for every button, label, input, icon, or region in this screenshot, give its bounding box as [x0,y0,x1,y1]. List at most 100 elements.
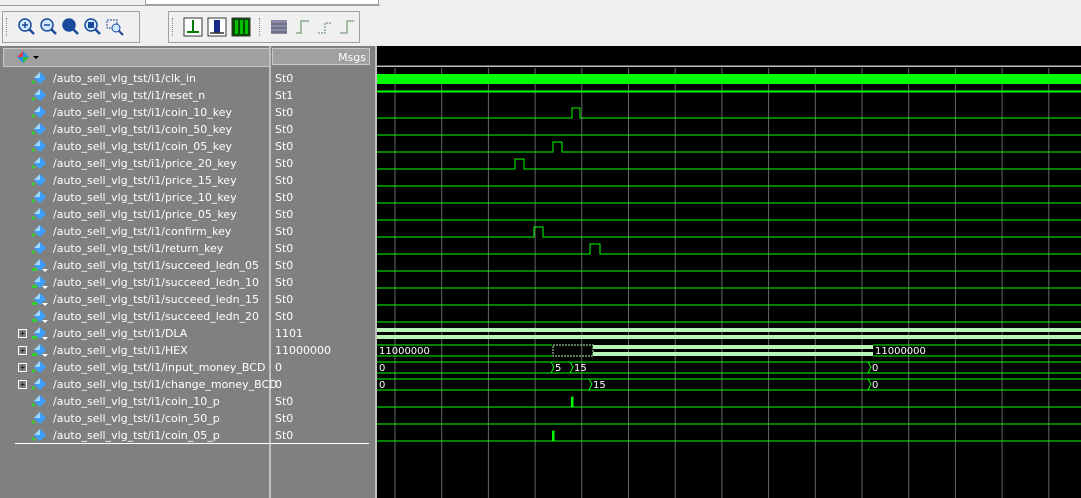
signal-row[interactable]: /auto_sell_vlg_tst/i1/coin_10_p St0 [0,393,375,410]
zoom-in-cursor-icon[interactable] [83,17,103,37]
signal-value: St0 [275,276,294,289]
signal-name: /auto_sell_vlg_tst/i1/input_money_BCD [53,361,266,374]
signal-row[interactable]: /auto_sell_vlg_tst/i1/coin_50_key St0 [0,121,375,138]
dla-bus [377,335,1081,339]
toolbar-grip[interactable] [172,18,176,36]
zoom-full-icon[interactable] [61,17,81,37]
signal-row[interactable]: /auto_sell_vlg_tst/i1/price_20_key St0 [0,155,375,172]
signal-row[interactable]: /auto_sell_vlg_tst/i1/price_10_key St0 [0,189,375,206]
input-port-icon [32,139,48,153]
coin10p-waveform [377,396,1081,408]
signal-row[interactable]: + /auto_sell_vlg_tst/i1/input_money_BCD 0 [0,359,375,376]
hex-bus-label: 11000000 [379,346,430,357]
waveform-pane[interactable]: 11000000 11000000 0 5 15 0 0 15 0 [375,46,1081,498]
signal-row[interactable]: /auto_sell_vlg_tst/i1/coin_50_p St0 [0,410,375,427]
signal-row[interactable]: /auto_sell_vlg_tst/i1/succeed_ledn_10 St0 [0,274,375,291]
expand-icon[interactable]: + [18,380,27,389]
signal-row[interactable]: + /auto_sell_vlg_tst/i1/DLA 1101 [0,325,375,342]
output-port-icon [32,275,48,289]
waveform-compress-icon[interactable] [269,17,289,37]
signal-list-header[interactable] [3,48,271,67]
coin05-waveform [377,141,1081,153]
input-port-icon [32,122,48,136]
coin05p-waveform [377,430,1081,442]
confirm-waveform [377,226,1081,238]
signal-row[interactable]: /auto_sell_vlg_tst/i1/reset_n St1 [0,87,375,104]
wave-list-icon[interactable] [14,49,44,66]
signal-value: 0 [275,378,282,391]
clk-waveform [377,74,1081,84]
signal-row[interactable]: /auto_sell_vlg_tst/i1/coin_05_key St0 [0,138,375,155]
falling-edge-icon[interactable] [315,17,335,37]
signal-row[interactable]: /auto_sell_vlg_tst/i1/confirm_key St0 [0,223,375,240]
zoom-in-icon[interactable] [17,17,37,37]
output-port-icon [32,326,48,340]
signal-value: St0 [275,225,294,238]
signal-row[interactable]: /auto_sell_vlg_tst/i1/succeed_ledn_15 St0 [0,291,375,308]
price20-waveform [377,158,1081,170]
signal-value: St0 [275,310,294,323]
any-edge-icon[interactable] [337,17,357,37]
signal-value: 11000000 [275,344,331,357]
signal-value: St0 [275,412,294,425]
change-money-label: 0 [379,380,385,391]
bus-transition [588,378,593,391]
bus-transition [867,378,872,391]
output-port-icon [32,258,48,272]
msgs-header: Msgs [272,48,370,65]
insert-cursor-icon[interactable] [183,17,203,37]
signal-name: /auto_sell_vlg_tst/i1/coin_10_key [53,106,233,119]
signal-row[interactable]: /auto_sell_vlg_tst/i1/price_05_key St0 [0,206,375,223]
toolbar-grip[interactable] [6,18,10,36]
input-port-icon [32,241,48,255]
signal-value: St0 [275,72,294,85]
rising-edge-icon[interactable] [293,17,313,37]
signal-name: /auto_sell_vlg_tst/i1/coin_50_key [53,123,233,136]
signal-value: St0 [275,106,294,119]
hex-bus [593,345,873,349]
signal-name: /auto_sell_vlg_tst/i1/coin_05_p [53,429,220,442]
signal-row[interactable]: + /auto_sell_vlg_tst/i1/change_money_BCD 0 [0,376,375,393]
signal-name: /auto_sell_vlg_tst/i1/DLA [53,327,188,340]
input-money-label: 0 [379,363,385,374]
signal-value: 0 [275,361,282,374]
signal-name: /auto_sell_vlg_tst/i1/clk_in [53,72,196,85]
signal-row[interactable]: + /auto_sell_vlg_tst/i1/HEX 11000000 [0,342,375,359]
zoom-out-icon[interactable] [39,17,59,37]
signal-row[interactable]: /auto_sell_vlg_tst/i1/coin_10_key St0 [0,104,375,121]
signal-row[interactable]: /auto_sell_vlg_tst/i1/clk_in St0 [0,70,375,87]
hex-bus-label: 11000000 [875,346,926,357]
expand-icon[interactable]: + [18,329,27,338]
input-money-label: 0 [872,363,878,374]
expand-icon[interactable]: + [18,346,27,355]
signal-row[interactable]: /auto_sell_vlg_tst/i1/return_key St0 [0,240,375,257]
signal-name: /auto_sell_vlg_tst/i1/change_money_BCD [53,378,278,391]
input-port-icon [32,377,48,391]
signal-name: /auto_sell_vlg_tst/i1/return_key [53,242,224,255]
signal-panel: Msgs /auto_sell_vlg_tst/i1/clk_in St0/aut… [0,46,375,498]
signal-value: St0 [275,208,294,221]
input-port-icon [32,224,48,238]
edge-next-icon[interactable] [231,17,251,37]
input-port-icon [32,71,48,85]
toolbar-grip[interactable] [259,18,263,36]
return-waveform [377,243,1081,255]
change-money-label: 15 [593,380,606,391]
expand-icon[interactable]: + [18,363,27,372]
signal-row[interactable]: /auto_sell_vlg_tst/i1/succeed_ledn_05 St0 [0,257,375,274]
edge-prev-icon[interactable] [207,17,227,37]
output-port-icon [32,343,48,357]
input-port-icon [32,173,48,187]
signal-value: St0 [275,157,294,170]
bus-transition [867,361,872,374]
input-port-icon [32,105,48,119]
output-port-icon [32,309,48,323]
signal-row[interactable]: /auto_sell_vlg_tst/i1/coin_05_p St0 [0,427,375,444]
waveform-canvas[interactable]: 11000000 11000000 0 5 15 0 0 15 0 [377,46,1081,498]
zoom-region-icon[interactable] [105,17,125,37]
signal-value: St0 [275,395,294,408]
wave-toolbar [0,8,1081,46]
signal-row[interactable]: /auto_sell_vlg_tst/i1/succeed_ledn_20 St0 [0,308,375,325]
signal-row[interactable]: /auto_sell_vlg_tst/i1/price_15_key St0 [0,172,375,189]
input-port-icon [32,190,48,204]
